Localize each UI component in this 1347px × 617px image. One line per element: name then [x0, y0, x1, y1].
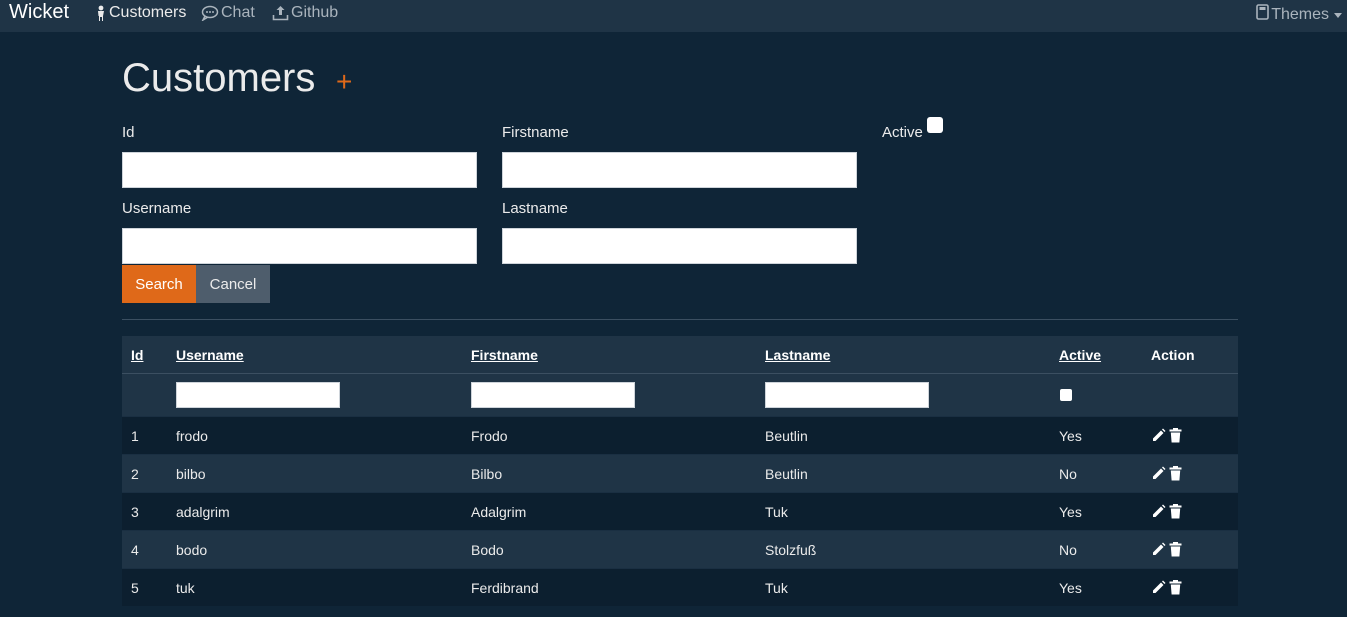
column-header-id[interactable]: Id — [131, 336, 143, 373]
cell-username: bodo — [176, 541, 208, 558]
page-title: Customers — [122, 56, 316, 100]
cell-action — [1151, 531, 1182, 568]
cell-active: Yes — [1059, 503, 1082, 520]
cell-username: adalgrim — [176, 503, 230, 520]
username-input[interactable] — [122, 228, 477, 264]
cell-lastname: Tuk — [765, 503, 788, 520]
cell-active: Yes — [1059, 579, 1082, 596]
trash-icon[interactable] — [1169, 542, 1182, 557]
trash-icon[interactable] — [1169, 466, 1182, 481]
pencil-icon[interactable] — [1151, 466, 1166, 481]
cell-firstname: Bilbo — [471, 465, 503, 482]
cell-active: No — [1059, 465, 1077, 482]
cell-id: 5 — [131, 579, 139, 596]
pencil-icon[interactable] — [1151, 542, 1166, 557]
username-label: Username — [122, 200, 192, 217]
trash-icon[interactable] — [1169, 428, 1182, 443]
cell-lastname: Beutlin — [765, 465, 808, 482]
firstname-input[interactable] — [502, 152, 857, 188]
table-header: Id Username Firstname Lastname Active Ac… — [122, 336, 1238, 374]
cell-firstname: Bodo — [471, 541, 504, 558]
nav-customers-label: Customers — [109, 4, 187, 21]
column-header-username[interactable]: Username — [176, 336, 244, 373]
table-row: 3 adalgrim Adalgrim Tuk Yes — [122, 492, 1238, 530]
upload-icon — [272, 5, 289, 21]
brand-link[interactable]: Wicket — [9, 1, 69, 24]
cell-id: 4 — [131, 541, 139, 558]
column-header-firstname[interactable]: Firstname — [471, 336, 538, 373]
table-row: 1 frodo Frodo Beutlin Yes — [122, 416, 1238, 454]
pencil-icon[interactable] — [1151, 428, 1166, 443]
cell-action — [1151, 569, 1182, 606]
cell-username: bilbo — [176, 465, 206, 482]
table-row: 4 bodo Bodo Stolzfuß No — [122, 530, 1238, 568]
nav-customers[interactable]: Customers — [95, 4, 186, 22]
nav-github[interactable]: Github — [272, 4, 338, 22]
cell-action — [1151, 417, 1182, 454]
id-input[interactable] — [122, 152, 477, 188]
cell-username: tuk — [176, 579, 195, 596]
cell-action — [1151, 493, 1182, 530]
search-button[interactable]: Search — [122, 265, 196, 303]
cell-id: 2 — [131, 465, 139, 482]
nav-chat-label: Chat — [221, 4, 255, 21]
table-row: 2 bilbo Bilbo Beutlin No — [122, 454, 1238, 492]
cell-lastname: Stolzfuß — [765, 541, 817, 558]
cell-action — [1151, 455, 1182, 492]
cell-id: 1 — [131, 427, 139, 444]
themes-dropdown[interactable]: Themes — [1256, 4, 1342, 25]
column-header-active[interactable]: Active — [1059, 336, 1101, 373]
person-icon — [95, 5, 107, 21]
username-filter-input[interactable] — [176, 382, 340, 408]
active-label: Active — [882, 124, 923, 141]
table-row: 5 tuk Ferdibrand Tuk Yes — [122, 568, 1238, 606]
nav-github-label: Github — [291, 4, 339, 21]
column-header-lastname[interactable]: Lastname — [765, 336, 830, 373]
cell-active: No — [1059, 541, 1077, 558]
cancel-button[interactable]: Cancel — [196, 265, 270, 303]
cell-firstname: Ferdibrand — [471, 579, 539, 596]
navbar: Wicket Customers Chat Github Themes — [0, 0, 1347, 32]
book-icon — [1256, 4, 1270, 25]
pencil-icon[interactable] — [1151, 504, 1166, 519]
active-filter-checkbox[interactable] — [1060, 389, 1072, 401]
table-filter-row — [122, 374, 1238, 416]
trash-icon[interactable] — [1169, 580, 1182, 595]
chat-icon — [201, 5, 219, 21]
lastname-label: Lastname — [502, 200, 568, 217]
caret-down-icon — [1334, 12, 1342, 18]
firstname-filter-input[interactable] — [471, 382, 635, 408]
divider — [122, 319, 1238, 320]
cell-lastname: Beutlin — [765, 427, 808, 444]
add-customer-button[interactable]: + — [336, 68, 352, 96]
id-label: Id — [122, 124, 135, 141]
themes-label: Themes — [1271, 5, 1329, 23]
cell-lastname: Tuk — [765, 579, 788, 596]
cell-id: 3 — [131, 503, 139, 520]
cell-active: Yes — [1059, 427, 1082, 444]
column-header-action: Action — [1151, 346, 1195, 363]
firstname-label: Firstname — [502, 124, 569, 141]
active-checkbox[interactable] — [927, 117, 943, 133]
lastname-filter-input[interactable] — [765, 382, 929, 408]
cell-firstname: Frodo — [471, 427, 508, 444]
trash-icon[interactable] — [1169, 504, 1182, 519]
nav-chat[interactable]: Chat — [201, 4, 255, 22]
cell-username: frodo — [176, 427, 208, 444]
lastname-input[interactable] — [502, 228, 857, 264]
pencil-icon[interactable] — [1151, 580, 1166, 595]
cell-firstname: Adalgrim — [471, 503, 527, 520]
